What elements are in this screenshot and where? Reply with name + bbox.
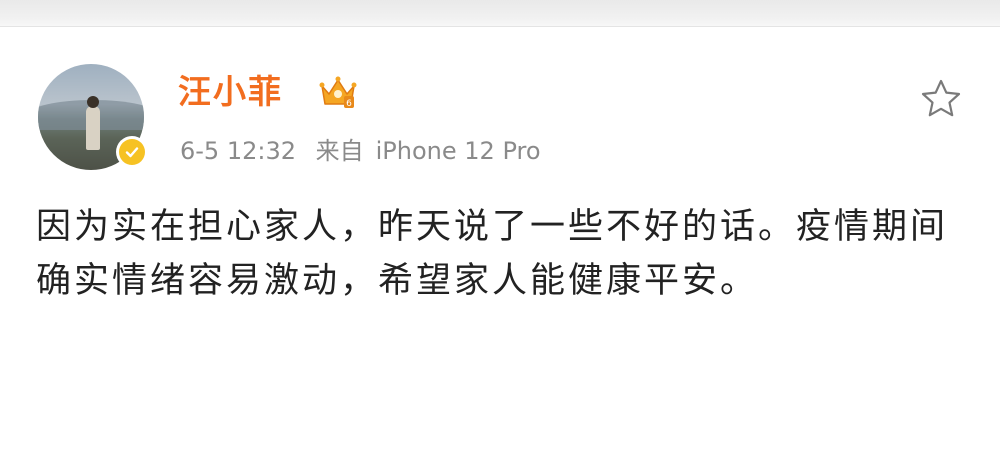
vip-crown-icon[interactable]: 6 <box>318 72 358 112</box>
avatar[interactable] <box>38 64 148 170</box>
weibo-post-card: 汪小菲 6 6-5 12:32 来自 iPhone 12 Pro 因为实在担心家人… <box>0 0 1000 467</box>
svg-text:6: 6 <box>346 99 352 109</box>
user-name[interactable]: 汪小菲 <box>178 70 283 114</box>
verified-badge-inner <box>119 139 145 165</box>
star-icon <box>921 79 961 117</box>
post-meta: 6-5 12:32 来自 iPhone 12 Pro <box>180 134 553 168</box>
post-body-text: 因为实在担心家人，昨天说了一些不好的话。疫情期间确实情绪容易激动，希望家人能健康… <box>36 207 949 301</box>
post-timestamp: 6-5 12:32 <box>180 137 296 165</box>
avatar-figure-body <box>86 106 100 150</box>
checkmark-icon <box>125 147 139 158</box>
verified-badge-icon <box>116 136 148 168</box>
favorite-star-button[interactable] <box>918 76 964 122</box>
source-prefix: 来自 <box>315 137 364 165</box>
avatar-figure-head <box>87 96 99 108</box>
top-divider-bar <box>0 0 1000 27</box>
source-device[interactable]: iPhone 12 Pro <box>376 137 541 165</box>
